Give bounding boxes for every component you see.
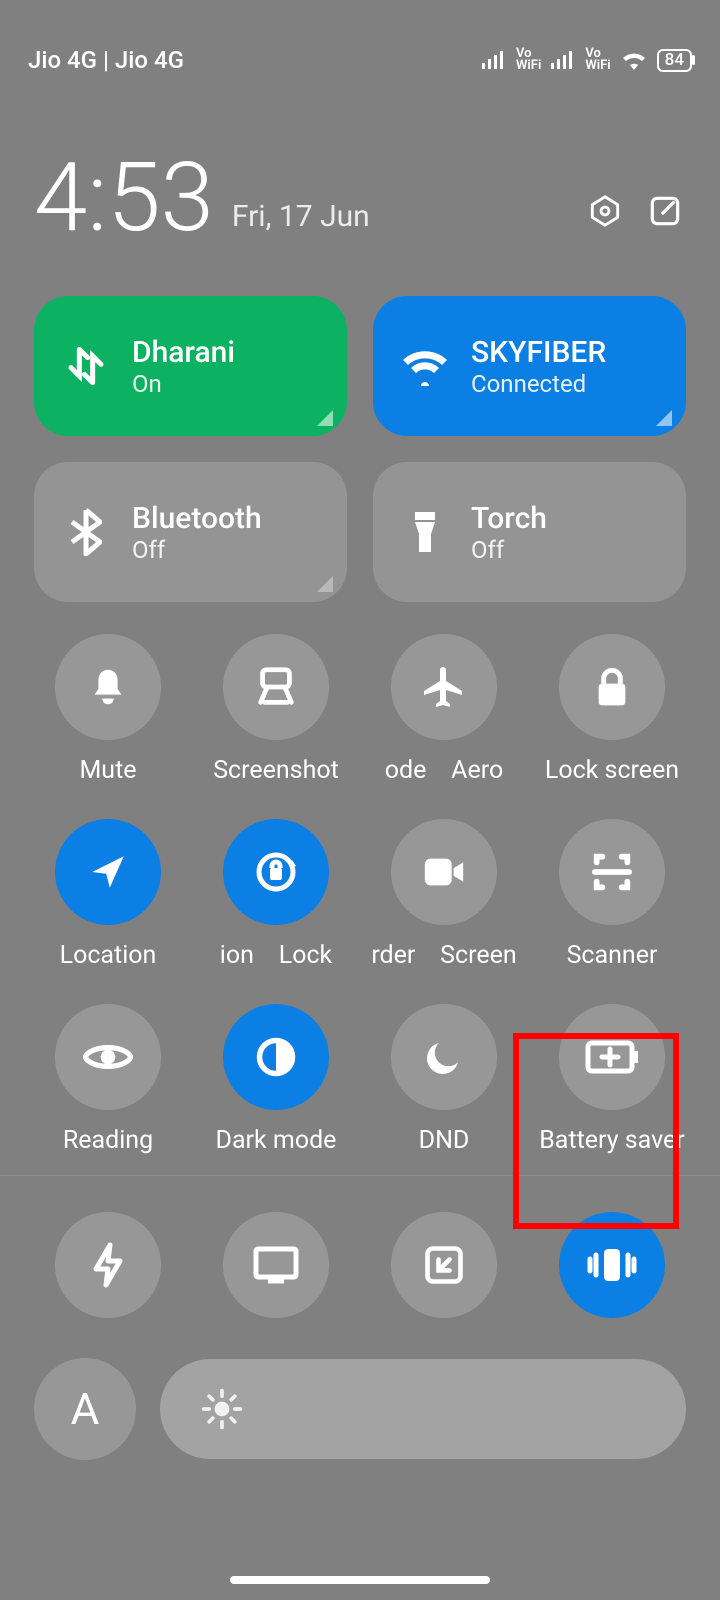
toggle-label: ion Lock [220,941,332,970]
wifi-icon [619,48,649,72]
tile-mobile-data[interactable]: Dharani On [34,296,347,436]
clock: 4:53 [34,150,214,246]
tile-sub: Off [132,536,262,564]
toggle-cast[interactable] [192,1212,360,1318]
expand-icon [317,410,333,426]
rotation-lock-icon [252,848,300,896]
brightness-slider[interactable] [160,1359,686,1459]
lock-icon [592,665,632,709]
screenshot-icon [253,664,299,710]
eye-icon [83,1039,133,1075]
auto-label: A [71,1383,100,1435]
toggle-floating-window[interactable] [360,1212,528,1318]
panel-header: 4:53 Fri, 17 Jun [0,120,720,246]
bell-icon [85,664,131,710]
auto-brightness-button[interactable]: A [34,1358,136,1460]
highlight-annotation [513,1033,679,1229]
cast-icon [252,1245,300,1285]
mobile-data-icon [66,342,106,390]
battery-indicator: 84 [657,49,692,72]
vowifi-label-1: Vo WiFi [516,48,541,71]
toggle-location[interactable]: Location [24,819,192,970]
toggle-airplane[interactable]: ode Aero [360,634,528,785]
float-icon [422,1243,466,1287]
toggle-scanner[interactable]: Scanner [528,819,696,970]
screenrec-icon [421,852,467,892]
expand-icon [317,576,333,592]
home-indicator[interactable] [230,1576,490,1584]
wifi-icon [401,346,449,386]
tile-sub: Connected [471,370,606,398]
tile-title: Dharani [132,335,235,370]
toggle-screen-recorder[interactable]: rder Screen [360,819,528,970]
edit-button[interactable] [644,190,686,232]
airplane-icon [420,663,468,711]
toggle-label: Lock screen [545,756,679,785]
tile-title: SKYFIBER [471,335,606,370]
tile-sub: On [132,370,235,398]
moon-icon [423,1036,465,1078]
toggle-mute[interactable]: Mute [24,634,192,785]
darkmode-icon [254,1035,298,1079]
toggle-bolt[interactable] [24,1212,192,1318]
toggle-label: ode Aero [385,756,503,785]
date-label: Fri, 17 Jun [232,199,566,234]
tile-bluetooth[interactable]: Bluetooth Off [34,462,347,602]
expand-icon [656,410,672,426]
toggle-label: DND [419,1126,470,1155]
toggle-lock-screen[interactable]: Lock screen [528,634,696,785]
toggle-label: Location [60,941,157,970]
tile-title: Bluetooth [132,501,262,536]
tile-torch[interactable]: Torch Off [373,462,686,602]
signal-icon [480,49,508,71]
toggle-label: Reading [63,1126,153,1155]
toggle-label: rder Screen [371,941,516,970]
bluetooth-icon [70,508,102,556]
tile-sub: Off [471,536,547,564]
scanner-icon [589,849,635,895]
brightness-row: A [0,1318,720,1460]
toggle-label: Mute [79,756,136,785]
bolt-icon [90,1241,126,1289]
toggle-dark-mode[interactable]: Dark mode [192,1004,360,1155]
toggle-label: Dark mode [216,1126,337,1155]
signal-icon-2 [549,49,577,71]
vowifi-label-2: Vo WiFi [585,48,610,71]
location-icon [87,851,129,893]
toggle-rotation-lock[interactable]: ion Lock [192,819,360,970]
vibrate-icon [584,1244,640,1286]
toggle-label: Scanner [567,941,658,970]
torch-icon [409,508,441,556]
toggle-screenshot[interactable]: Screenshot [192,634,360,785]
carrier-label: Jio 4G | Jio 4G [28,46,184,74]
tile-wifi[interactable]: SKYFIBER Connected [373,296,686,436]
big-tiles: Dharani On SKYFIBER Connected Bluetooth … [0,246,720,602]
toggle-reading-mode[interactable]: Reading [24,1004,192,1155]
settings-button[interactable] [584,190,626,232]
status-bar: Jio 4G | Jio 4G Vo WiFi Vo WiFi 84 [0,0,720,120]
brightness-icon [200,1387,244,1431]
toggle-label: Screenshot [213,756,339,785]
toggle-dnd[interactable]: DND [360,1004,528,1155]
tile-title: Torch [471,501,547,536]
